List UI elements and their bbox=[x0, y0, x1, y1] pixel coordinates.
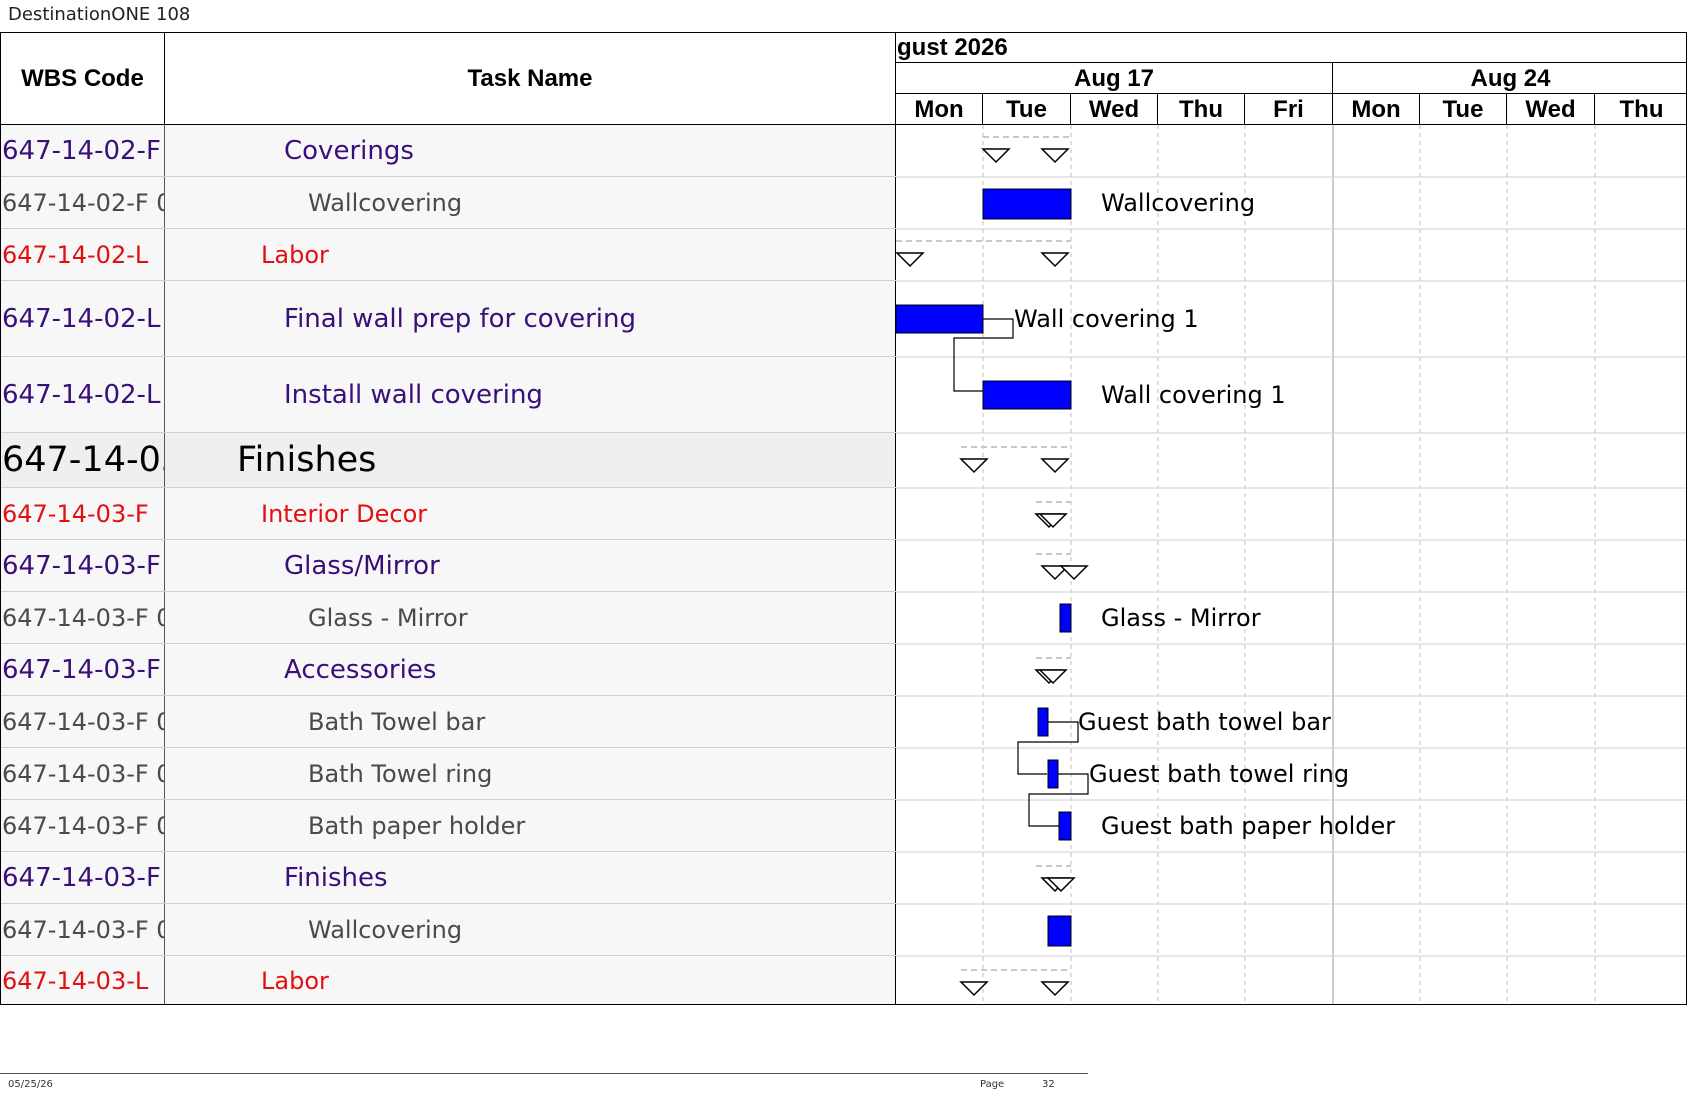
task-bar-label: Guest bath towel bar bbox=[1078, 708, 1331, 736]
table-row[interactable]: 647-14-03-F 02 Bath paper holder bbox=[1, 800, 896, 852]
task-name-cell: Install wall covering bbox=[165, 357, 896, 432]
timescale-day: Mon bbox=[896, 94, 983, 125]
gantt-chart-svg bbox=[896, 125, 1686, 1004]
wbs-code-cell: 647-14-02-L bbox=[1, 229, 165, 280]
table-row[interactable]: 647-14-03 Finishes bbox=[1, 433, 896, 488]
task-bar-label: Guest bath paper holder bbox=[1101, 812, 1396, 840]
task-name-cell: Glass - Mirror bbox=[165, 592, 896, 643]
wbs-code-cell: 647-14-03-F 0 bbox=[1, 852, 165, 903]
task-bar[interactable] bbox=[1047, 759, 1059, 789]
timescale-day: Wed bbox=[1507, 94, 1595, 125]
task-name-cell: Accessories bbox=[165, 644, 896, 695]
timescale-header: gust 2026 Aug 17 Aug 24 Mon Tue Wed Thu … bbox=[896, 33, 1686, 125]
summary-end-marker bbox=[1040, 458, 1070, 474]
table-row[interactable]: 647-14-02-L 0 Install wall covering bbox=[1, 357, 896, 433]
wbs-code-cell: 647-14-03-F 0 bbox=[1, 540, 165, 591]
table-row[interactable]: 647-14-03-F 01 Glass - Mirror bbox=[1, 592, 896, 644]
footer-date: 05/25/26 bbox=[8, 1079, 53, 1090]
task-name-cell: Final wall prep for covering bbox=[165, 281, 896, 356]
task-bar-label: Wall covering 1 bbox=[1101, 381, 1286, 409]
wbs-code-cell: 647-14-03-F 02 bbox=[1, 696, 165, 747]
task-name-cell: Finishes bbox=[165, 852, 896, 903]
summary-end-marker bbox=[1040, 981, 1070, 997]
task-name-cell: Wallcovering bbox=[165, 177, 896, 228]
task-name-cell: Labor bbox=[165, 229, 896, 280]
footer-page-label: Page bbox=[980, 1079, 1005, 1090]
wbs-code-cell: 647-14-02-L 0 bbox=[1, 281, 165, 356]
timescale-day: Tue bbox=[983, 94, 1071, 125]
task-name-cell: Bath Towel bar bbox=[165, 696, 896, 747]
task-name-cell: Labor bbox=[165, 956, 896, 1004]
table-row[interactable]: 647-14-03-L Labor bbox=[1, 956, 896, 1004]
timescale-day: Fri bbox=[1245, 94, 1333, 125]
task-name-cell: Bath paper holder bbox=[165, 800, 896, 851]
table-row[interactable]: 647-14-02-L Labor bbox=[1, 229, 896, 281]
task-name-cell: Coverings bbox=[165, 125, 896, 176]
task-bar[interactable] bbox=[1037, 707, 1049, 737]
timescale-week: Aug 24 bbox=[1333, 63, 1686, 94]
wbs-code-column-header[interactable]: WBS Code bbox=[1, 33, 165, 125]
table-row[interactable]: 647-14-03-F 02 Bath Towel bar bbox=[1, 696, 896, 748]
task-name-column-header[interactable]: Task Name bbox=[165, 33, 896, 125]
footer-page-number: 32 bbox=[1042, 1079, 1055, 1090]
wbs-code-cell: 647-14-03-F 03 bbox=[1, 904, 165, 955]
wbs-code-cell: 647-14-03-L bbox=[1, 956, 165, 1004]
table-row[interactable]: 647-14-03-F 0 Finishes bbox=[1, 852, 896, 904]
wbs-code-cell: 647-14-03-F bbox=[1, 488, 165, 539]
wbs-code-cell: 647-14-02-F 01 bbox=[1, 177, 165, 228]
table-row[interactable]: 647-14-03-F 0 Accessories bbox=[1, 644, 896, 696]
task-bar[interactable] bbox=[896, 304, 984, 334]
summary-end-marker bbox=[1040, 252, 1070, 268]
document-title: DestinationONE 108 bbox=[8, 4, 191, 25]
footer-divider bbox=[0, 1073, 1088, 1074]
wbs-code-cell: 647-14-03-F 02 bbox=[1, 800, 165, 851]
timescale-week: Aug 17 bbox=[896, 63, 1333, 94]
wbs-code-cell: 647-14-02-F 0 bbox=[1, 125, 165, 176]
wbs-code-cell: 647-14-02-L 0 bbox=[1, 357, 165, 432]
timescale-day: Thu bbox=[1619, 96, 1664, 123]
task-bar-label: Glass - Mirror bbox=[1101, 604, 1261, 632]
task-bar-label: Guest bath towel ring bbox=[1089, 760, 1350, 788]
timescale-day: Tue bbox=[1420, 94, 1507, 125]
wbs-code-cell: 647-14-03 bbox=[1, 433, 165, 487]
task-name-cell: Bath Towel ring bbox=[165, 748, 896, 799]
summary-start-marker bbox=[959, 981, 989, 997]
wbs-code-cell: 647-14-03-F 0 bbox=[1, 644, 165, 695]
task-name-cell: Glass/Mirror bbox=[165, 540, 896, 591]
timescale-day: Thu bbox=[1158, 94, 1245, 125]
table-row[interactable]: 647-14-02-F 01 Wallcovering bbox=[1, 177, 896, 229]
table-row[interactable]: 647-14-02-F 0 Coverings bbox=[1, 125, 896, 177]
gantt-table: WBS Code Task Name gust 2026 Aug 17 Aug … bbox=[0, 32, 1687, 1005]
task-bar[interactable] bbox=[1058, 811, 1072, 841]
table-row[interactable]: 647-14-03-F 03 Wallcovering bbox=[1, 904, 896, 956]
summary-end-marker bbox=[1040, 148, 1070, 164]
wbs-code-cell: 647-14-03-F 01 bbox=[1, 592, 165, 643]
timescale-day: Mon bbox=[1333, 94, 1420, 125]
task-name-cell: Finishes bbox=[165, 433, 896, 487]
table-row[interactable]: 647-14-02-L 0 Final wall prep for coveri… bbox=[1, 281, 896, 357]
summary-end-marker bbox=[1059, 565, 1089, 581]
gantt-chart-area: Wallcovering Wall covering 1 Wall coveri… bbox=[896, 125, 1686, 1004]
task-bar[interactable] bbox=[982, 188, 1072, 220]
task-bar-label: Wallcovering bbox=[1101, 189, 1256, 217]
table-row[interactable]: 647-14-03-F Interior Decor bbox=[1, 488, 896, 540]
timescale-day: Wed bbox=[1071, 94, 1158, 125]
task-bar[interactable] bbox=[1047, 915, 1072, 947]
wbs-code-cell: 647-14-03-F 02 bbox=[1, 748, 165, 799]
table-row[interactable]: 647-14-03-F 0 Glass/Mirror bbox=[1, 540, 896, 592]
task-name-cell: Interior Decor bbox=[165, 488, 896, 539]
task-bar[interactable] bbox=[982, 380, 1072, 410]
summary-start-marker bbox=[896, 252, 925, 268]
timescale-month: gust 2026 bbox=[896, 33, 1686, 63]
summary-start-marker bbox=[981, 148, 1011, 164]
table-row[interactable]: 647-14-03-F 02 Bath Towel ring bbox=[1, 748, 896, 800]
task-bar-label: Wall covering 1 bbox=[1014, 305, 1199, 333]
task-name-cell: Wallcovering bbox=[165, 904, 896, 955]
task-bar[interactable] bbox=[1059, 603, 1072, 633]
